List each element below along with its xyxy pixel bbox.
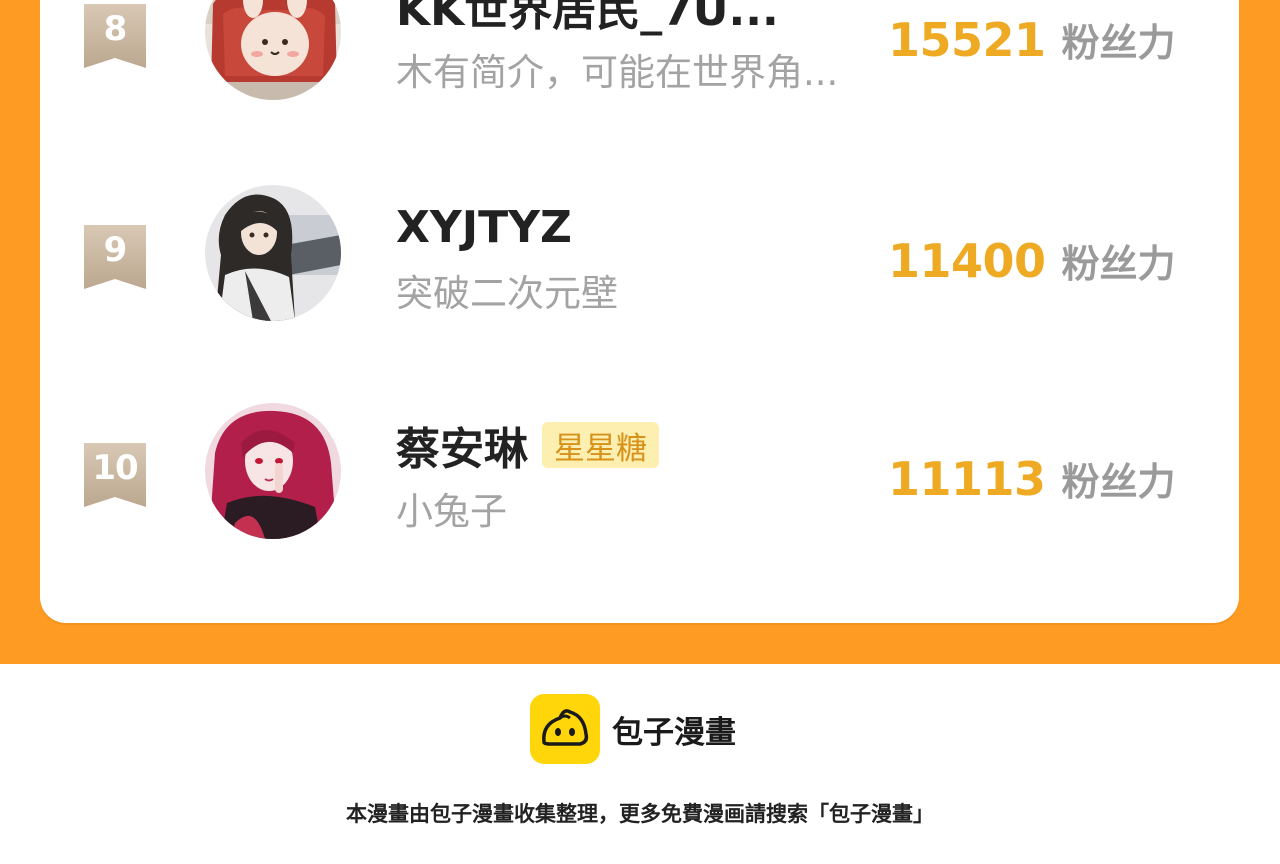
- anime-girl-avatar[interactable]: [205, 185, 341, 321]
- footer-brand[interactable]: 包子漫畫: [530, 694, 736, 764]
- red-hair-girl-avatar[interactable]: [205, 403, 341, 539]
- fan-score: 11113 粉丝力: [888, 451, 1176, 506]
- brand-name: 包子漫畫: [612, 714, 736, 751]
- fan-score: 11400 粉丝力: [888, 233, 1176, 288]
- user-name[interactable]: XYJTYZ: [396, 202, 572, 253]
- fan-score-value: 11113: [888, 452, 1046, 506]
- rank-ribbon-icon: 8: [84, 4, 146, 68]
- leaderboard-row[interactable]: 8 KK世界居民_7U... 木有简介，可能在世界角... 15521 粉丝力: [0, 0, 1280, 104]
- user-title-tag: 星星糖: [542, 422, 659, 468]
- rank-ribbon-icon: 10: [84, 443, 146, 507]
- fan-score-value: 11400: [888, 234, 1046, 288]
- user-name[interactable]: KK世界居民_7U...: [396, 0, 779, 38]
- user-bio: 小兔子: [396, 490, 507, 533]
- user-name[interactable]: 蔡安琳: [396, 413, 528, 477]
- baozi-logo-icon: [530, 694, 600, 764]
- fan-score-label: 粉丝力: [1061, 460, 1176, 504]
- rank-ribbon-icon: 9: [84, 225, 146, 289]
- plush-toy-sofa-avatar[interactable]: [205, 0, 341, 100]
- fan-score: 15521 粉丝力: [888, 12, 1176, 67]
- footer-note: 本漫畫由包子漫畫收集整理，更多免費漫画請搜索「包子漫畫」: [346, 802, 934, 826]
- fan-score-label: 粉丝力: [1061, 242, 1176, 286]
- leaderboard-background: 8 KK世界居民_7U... 木有简介，可能在世界角... 15521 粉丝力 …: [0, 0, 1280, 664]
- rank-number: 9: [103, 230, 128, 270]
- leaderboard-row[interactable]: 9 XYJTYZ 突破二次元壁 11400 粉丝力: [0, 185, 1280, 325]
- leaderboard-row[interactable]: 10 蔡安琳 星星糖 小兔子 11113 粉丝力: [0, 403, 1280, 543]
- fan-score-value: 15521: [888, 13, 1046, 67]
- fan-score-label: 粉丝力: [1061, 21, 1176, 65]
- rank-number: 10: [92, 448, 138, 488]
- user-bio: 突破二次元壁: [396, 272, 618, 315]
- user-bio: 木有简介，可能在世界角...: [396, 51, 839, 94]
- rank-number: 8: [103, 9, 128, 49]
